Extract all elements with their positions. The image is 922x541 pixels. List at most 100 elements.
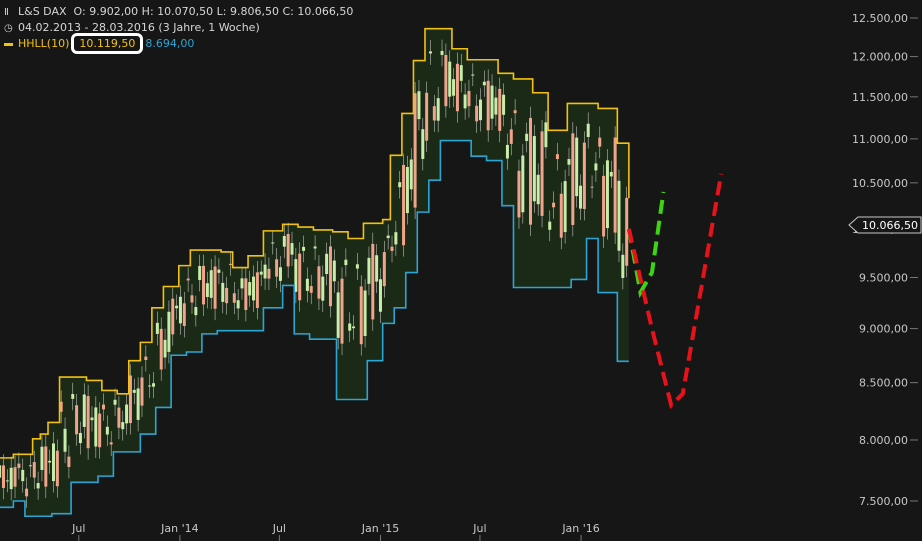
candle-down <box>98 413 102 448</box>
candle-down <box>328 246 332 307</box>
candle-up <box>36 483 40 489</box>
candle-up <box>505 144 509 159</box>
candle-down <box>509 129 513 144</box>
candle-up <box>48 460 52 463</box>
candle-down <box>402 164 406 246</box>
candle-up <box>94 407 98 447</box>
x-tick-label: Jul <box>71 522 85 535</box>
candle-up <box>263 264 267 279</box>
candle-up <box>544 122 548 148</box>
candle-down <box>286 233 290 267</box>
candle-down <box>55 450 59 487</box>
candle-down <box>309 286 313 293</box>
y-tick-label: 8.500,00 <box>859 377 908 390</box>
candle-down <box>109 442 113 445</box>
candle-up <box>398 182 402 188</box>
candle-down <box>32 462 36 478</box>
candle-down <box>486 80 490 131</box>
candle-up <box>21 469 25 482</box>
price-chart[interactable]: 7.500,00 8.000,00 8.500,00 9.000,00 9.500,00… <box>0 0 922 541</box>
candle-down <box>140 377 144 406</box>
indicator-low-value: 8.694,00 <box>145 37 195 50</box>
candle-up <box>148 385 152 387</box>
candle-up <box>567 159 571 165</box>
candle-down <box>1 465 5 488</box>
candle-up <box>152 383 156 387</box>
candle-up <box>302 246 306 251</box>
candle-up <box>240 278 244 289</box>
candle-up <box>563 181 567 233</box>
candle-down <box>317 266 321 299</box>
candle-up <box>494 97 498 115</box>
candle-down <box>75 405 79 435</box>
candle-up <box>282 235 286 247</box>
candle-up <box>405 167 409 214</box>
candle-up <box>617 180 621 251</box>
candle-up <box>271 242 275 244</box>
y-tick-label: 12.000,00 <box>852 51 908 64</box>
candle-up <box>5 480 9 482</box>
highlight-ring: 10.119,50 <box>71 33 144 54</box>
candle-down <box>13 467 17 487</box>
candle-down <box>582 142 586 209</box>
candle-down <box>444 54 448 107</box>
candle-down <box>559 193 563 238</box>
candle-down <box>144 356 148 361</box>
candle-down <box>498 88 502 131</box>
candle-up <box>155 322 159 334</box>
candle-up <box>167 311 171 352</box>
legend-indicator: HHLL(10) 10.119,50 8.694,00 <box>4 33 195 54</box>
candle-down <box>186 278 190 281</box>
candle-up <box>82 394 86 427</box>
candle-up <box>132 389 136 393</box>
candle-down <box>17 463 21 468</box>
candle-up <box>178 296 182 324</box>
candle-up <box>344 259 348 266</box>
candle-down <box>359 286 363 345</box>
candle-down <box>232 293 236 303</box>
candle-down <box>382 252 386 287</box>
candle-down <box>529 117 533 225</box>
candle-up <box>502 94 506 115</box>
candle-up <box>452 79 456 96</box>
candle-down <box>552 202 556 208</box>
candle-down <box>455 63 459 112</box>
candle-down <box>102 404 106 410</box>
candle-up <box>113 399 117 405</box>
candle-down <box>555 154 559 160</box>
bars-icon: Ⅱ <box>4 7 9 18</box>
candle-down <box>267 268 271 279</box>
candle-up <box>463 94 467 109</box>
candle-up <box>40 446 44 471</box>
candle-up <box>348 323 352 331</box>
candle-up <box>205 283 209 297</box>
candle-up <box>575 137 579 197</box>
x-axis: Jul Jan '14 Jul Jan '15 Jul Jan '16 <box>71 522 600 541</box>
candle-down <box>598 137 602 147</box>
symbol-title: L&S DAX <box>18 5 67 18</box>
candle-up <box>194 307 198 316</box>
candle-down <box>571 133 575 225</box>
candle-down <box>432 106 436 121</box>
y-tick-label: 11.500,00 <box>852 91 908 104</box>
candle-up <box>9 467 13 490</box>
candle-up <box>386 235 390 239</box>
candle-down <box>602 175 606 237</box>
last-price-marker: 10.066,50 <box>848 216 922 234</box>
candle-up <box>605 160 609 229</box>
candle-up <box>252 276 256 301</box>
x-tick-label: Jan '16 <box>561 522 599 535</box>
candle-down <box>44 446 48 487</box>
candle-up <box>586 123 590 137</box>
candle-down <box>171 298 175 335</box>
candle-up <box>248 282 252 296</box>
candle-up <box>121 422 125 430</box>
candle-down <box>159 328 163 370</box>
candle-up <box>521 155 525 213</box>
y-tick-label: 12.500,00 <box>852 12 908 25</box>
candle-up <box>471 74 475 76</box>
candle-up <box>136 388 140 420</box>
candle-up <box>436 98 440 121</box>
candle-up <box>459 65 463 81</box>
candle-down <box>67 456 71 467</box>
